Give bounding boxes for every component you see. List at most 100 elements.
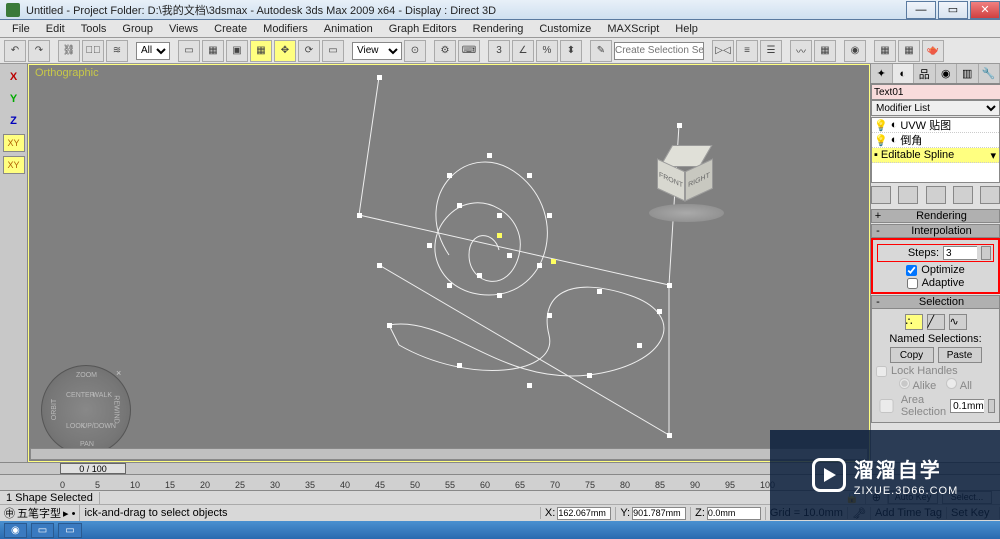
pin-stack-button[interactable] — [871, 186, 891, 204]
taskbar-item[interactable]: ▭ — [31, 523, 54, 538]
time-slider-handle[interactable]: 0 / 100 — [60, 463, 126, 474]
menu-customize[interactable]: Customize — [531, 21, 599, 37]
area-selection-spinner[interactable] — [988, 399, 995, 413]
menu-maxscript[interactable]: MAXScript — [599, 21, 667, 37]
axis-x-button[interactable]: X — [4, 68, 24, 86]
menu-views[interactable]: Views — [161, 21, 206, 37]
panel-tab-motion[interactable]: ◉ — [936, 64, 958, 83]
show-end-result-button[interactable] — [898, 186, 918, 204]
wheel-pan[interactable]: PAN — [80, 441, 94, 448]
axis-xy-button[interactable]: XY — [3, 134, 25, 152]
panel-tab-hierarchy[interactable]: 品 — [914, 64, 936, 83]
material-editor-button[interactable]: ◉ — [844, 40, 866, 62]
edit-named-sel-button[interactable]: ✎ — [590, 40, 612, 62]
area-selection-input[interactable] — [950, 399, 984, 413]
copy-button[interactable]: Copy — [890, 347, 934, 363]
manipulate-button[interactable]: ⚙ — [434, 40, 456, 62]
select-rotate-button[interactable]: ⟳ — [298, 40, 320, 62]
remove-modifier-button[interactable] — [953, 186, 973, 204]
optimize-checkbox[interactable] — [906, 265, 917, 276]
wheel-walk[interactable]: WALK — [92, 392, 112, 399]
object-name-input[interactable] — [871, 84, 1000, 100]
coord-x-input[interactable] — [557, 507, 611, 520]
paste-button[interactable]: Paste — [938, 347, 982, 363]
bind-spacewarp-button[interactable]: ≋ — [106, 40, 128, 62]
window-crossing-button[interactable]: ▦ — [250, 40, 272, 62]
wheel-center[interactable]: CENTER — [66, 392, 95, 399]
unlink-button[interactable]: ⛓⃠ — [82, 40, 104, 62]
panel-tab-display[interactable]: ▥ — [957, 64, 979, 83]
steering-wheel[interactable]: × ZOOM PAN ORBIT REWIND CENTER WALK LOOK… — [41, 365, 131, 455]
select-region-button[interactable]: ▣ — [226, 40, 248, 62]
angle-snap-button[interactable]: ∠ — [512, 40, 534, 62]
render-button[interactable]: 🫖 — [922, 40, 944, 62]
steering-wheel-close[interactable]: × — [116, 368, 128, 380]
undo-button[interactable]: ↶ — [4, 40, 26, 62]
axis-z-button[interactable]: Z — [4, 112, 24, 130]
modifier-stack[interactable]: 💡◐UVW 贴图 💡◐倒角 ▪Editable Spline▾ — [871, 117, 1000, 183]
taskbar-item[interactable]: ▭ — [58, 523, 81, 538]
select-move-button[interactable]: ✥ — [274, 40, 296, 62]
menu-help[interactable]: Help — [667, 21, 706, 37]
curve-editor-button[interactable]: 〰 — [790, 40, 812, 62]
modifier-list-dropdown[interactable]: Modifier List — [871, 100, 1000, 116]
menu-group[interactable]: Group — [114, 21, 161, 37]
wheel-rewind[interactable]: REWIND — [112, 395, 119, 423]
axis-y-button[interactable]: Y — [4, 90, 24, 108]
minimize-button[interactable]: — — [906, 1, 936, 19]
ref-coord-dropdown[interactable]: View — [352, 42, 402, 60]
steps-input[interactable] — [943, 246, 977, 260]
maximize-button[interactable]: ▭ — [938, 1, 968, 19]
spinner-snap-button[interactable]: ⬍ — [560, 40, 582, 62]
rollout-rendering-header[interactable]: +Rendering — [871, 209, 1000, 223]
menu-edit[interactable]: Edit — [38, 21, 73, 37]
menu-create[interactable]: Create — [206, 21, 255, 37]
close-button[interactable]: ✕ — [970, 1, 1000, 19]
panel-tab-utilities[interactable]: 🔧 — [979, 64, 1000, 83]
link-button[interactable]: ⛓ — [58, 40, 80, 62]
mirror-button[interactable]: ▷◁ — [712, 40, 734, 62]
menu-grapheditors[interactable]: Graph Editors — [381, 21, 465, 37]
configure-sets-button[interactable] — [980, 186, 1000, 204]
viewport[interactable]: Orthographic — [28, 64, 870, 462]
selection-filter-dropdown[interactable]: All — [136, 42, 170, 60]
rollout-interpolation-header[interactable]: -Interpolation — [871, 224, 1000, 238]
panel-tab-modify[interactable]: ◐ — [893, 64, 915, 83]
coord-z-input[interactable] — [707, 507, 761, 520]
menu-file[interactable]: File — [4, 21, 38, 37]
align-button[interactable]: ≡ — [736, 40, 758, 62]
view-cube[interactable]: FRONT RIGHT — [639, 135, 734, 230]
make-unique-button[interactable] — [926, 186, 946, 204]
snap-button[interactable]: 3 — [488, 40, 510, 62]
select-scale-button[interactable]: ▭ — [322, 40, 344, 62]
keyboard-shortcut-button[interactable]: ⌨ — [458, 40, 480, 62]
menu-animation[interactable]: Animation — [316, 21, 381, 37]
wheel-up[interactable]: UP/DOWN — [82, 423, 116, 430]
viewport-scrollbar[interactable] — [30, 448, 868, 460]
select-name-button[interactable]: ▦ — [202, 40, 224, 62]
pivot-button[interactable]: ⊙ — [404, 40, 426, 62]
menu-modifiers[interactable]: Modifiers — [255, 21, 316, 37]
menu-tools[interactable]: Tools — [73, 21, 115, 37]
wheel-orbit[interactable]: ORBIT — [51, 399, 58, 420]
subobj-segment-button[interactable]: ╱ — [927, 314, 945, 330]
rollout-selection-header[interactable]: -Selection — [871, 295, 1000, 309]
render-frame-button[interactable]: ▦ — [898, 40, 920, 62]
axis-xy2-button[interactable]: XY — [3, 156, 25, 174]
layers-button[interactable]: ☰ — [760, 40, 782, 62]
subobj-vertex-button[interactable]: ∴ — [905, 314, 923, 330]
menu-rendering[interactable]: Rendering — [465, 21, 532, 37]
subobj-spline-button[interactable]: ∿ — [949, 314, 967, 330]
percent-snap-button[interactable]: % — [536, 40, 558, 62]
redo-button[interactable]: ↷ — [28, 40, 50, 62]
adaptive-checkbox[interactable] — [907, 278, 918, 289]
select-button[interactable]: ▭ — [178, 40, 200, 62]
schematic-view-button[interactable]: ▦ — [814, 40, 836, 62]
render-setup-button[interactable]: ▦ — [874, 40, 896, 62]
panel-tab-create[interactable]: ✦ — [871, 64, 893, 83]
taskbar-item[interactable]: ◉ — [4, 523, 27, 538]
wheel-zoom[interactable]: ZOOM — [76, 372, 97, 379]
named-selection-set-input[interactable] — [614, 42, 704, 60]
steps-spinner[interactable] — [981, 246, 991, 260]
coord-y-input[interactable] — [632, 507, 686, 520]
